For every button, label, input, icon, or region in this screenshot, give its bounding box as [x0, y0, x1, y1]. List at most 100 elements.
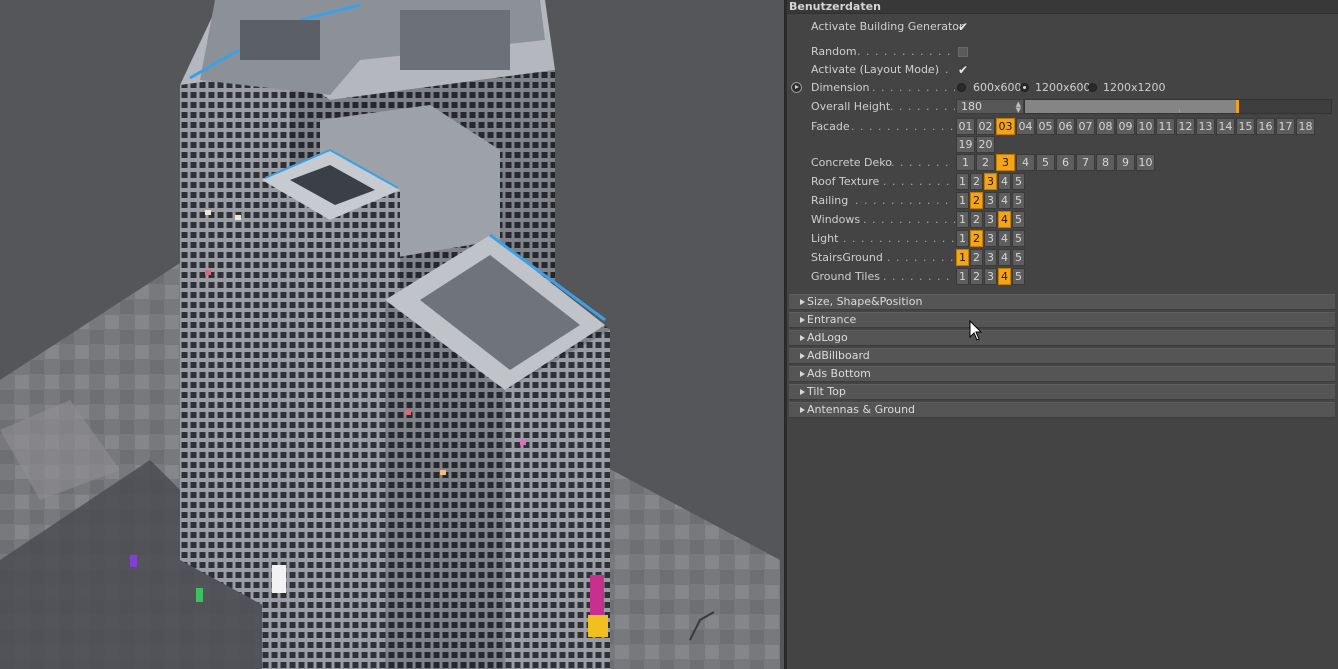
concrete-deko-option-button[interactable]: 1 — [956, 154, 975, 171]
windows-option-button[interactable]: 3 — [984, 211, 997, 228]
concrete-deko-option-button[interactable]: 2 — [976, 154, 995, 171]
facade-option-button[interactable]: 12 — [1176, 118, 1195, 135]
expand-triangle-icon — [800, 335, 805, 341]
facade-option-button[interactable]: 20 — [976, 136, 995, 153]
stairs-ground-option-button[interactable]: 5 — [1012, 249, 1025, 266]
light-dots: . . . . . . . . . . . . . . . . . . . . … — [843, 232, 955, 245]
ground-tiles-option-button[interactable]: 2 — [970, 268, 983, 285]
random-label: Random — [811, 45, 857, 58]
ground-tiles-option-button[interactable]: 4 — [998, 268, 1011, 285]
stairs-ground-option-button[interactable]: 3 — [984, 249, 997, 266]
roof-texture-option-button[interactable]: 2 — [970, 173, 983, 190]
dimension-radio-1200x1200[interactable] — [1088, 83, 1097, 92]
section-label: AdBillboard — [807, 349, 870, 362]
section-label: Ads Bottom — [807, 367, 871, 380]
facade-option-button[interactable]: 04 — [1016, 118, 1035, 135]
dimension-radio-1200x600[interactable] — [1020, 83, 1029, 92]
light-option-button[interactable]: 4 — [998, 230, 1011, 247]
ground-tiles-row: Ground Tiles . . . . . . . . . . . . 123… — [787, 268, 1338, 286]
windows-option-button[interactable]: 2 — [970, 211, 983, 228]
facade-option-button[interactable]: 05 — [1036, 118, 1055, 135]
facade-option-button[interactable]: 08 — [1096, 118, 1115, 135]
railing-option-button[interactable]: 2 — [970, 192, 983, 209]
layout-mode-checkbox[interactable]: ✔ — [957, 64, 969, 76]
roof-texture-option-button[interactable]: 4 — [998, 173, 1011, 190]
section-tilt-top[interactable]: Tilt Top — [789, 384, 1335, 400]
roof-texture-option-button[interactable]: 1 — [956, 173, 969, 190]
activate-generator-checkbox[interactable]: ✔ — [957, 21, 969, 33]
spinner-arrows-icon[interactable]: ▲ ▼ — [1016, 101, 1021, 114]
facade-option-button[interactable]: 01 — [956, 118, 975, 135]
concrete-deko-option-button[interactable]: 8 — [1096, 154, 1115, 171]
concrete-deko-option-button[interactable]: 10 — [1136, 154, 1155, 171]
facade-option-button[interactable]: 15 — [1236, 118, 1255, 135]
light-buttons: 12345 — [956, 230, 1026, 248]
concrete-deko-option-button[interactable]: 5 — [1036, 154, 1055, 171]
windows-option-button[interactable]: 5 — [1012, 211, 1025, 228]
railing-option-button[interactable]: 1 — [956, 192, 969, 209]
light-option-button[interactable]: 1 — [956, 230, 969, 247]
keyframe-icon[interactable] — [791, 82, 802, 93]
overall-height-value: 180 — [961, 100, 982, 113]
railing-buttons: 12345 — [956, 192, 1026, 210]
section-adlogo[interactable]: AdLogo — [789, 330, 1335, 346]
overall-height-slider[interactable] — [1024, 99, 1332, 114]
ground-tiles-buttons: 12345 — [956, 268, 1026, 286]
layout-mode-row: Activate (Layout Mode) . . . . . ✔ — [787, 61, 1338, 79]
facade-buttons: 01 02 03 04 05 06 07 08 09 10 11 12 13 14 15 16 17 18 19 20 — [956, 118, 1321, 154]
facade-option-button[interactable]: 18 — [1296, 118, 1315, 135]
panel-title: Benutzerdaten — [789, 0, 881, 13]
facade-option-button[interactable]: 14 — [1216, 118, 1235, 135]
roof-texture-label: Roof Texture — [811, 175, 880, 188]
slider-fill — [1025, 100, 1236, 113]
slider-knob[interactable] — [1236, 100, 1239, 113]
section-ads-bottom[interactable]: Ads Bottom — [789, 366, 1335, 382]
railing-option-button[interactable]: 5 — [1012, 192, 1025, 209]
facade-option-button[interactable]: 16 — [1256, 118, 1275, 135]
railing-option-button[interactable]: 4 — [998, 192, 1011, 209]
windows-option-button[interactable]: 1 — [956, 211, 969, 228]
facade-option-button[interactable]: 10 — [1136, 118, 1155, 135]
windows-option-button[interactable]: 4 — [998, 211, 1011, 228]
ground-tiles-option-button[interactable]: 1 — [956, 268, 969, 285]
facade-option-button[interactable]: 11 — [1156, 118, 1175, 135]
concrete-deko-option-button[interactable]: 7 — [1076, 154, 1095, 171]
random-dots: . . . . . . . . . . . . . . . . . — [857, 45, 955, 58]
ground-tiles-option-button[interactable]: 5 — [1012, 268, 1025, 285]
section-size-shape-position[interactable]: Size, Shape&Position — [789, 294, 1335, 310]
windows-label: Windows — [811, 213, 861, 226]
section-adbillboard[interactable]: AdBillboard — [789, 348, 1335, 364]
facade-option-button[interactable]: 06 — [1056, 118, 1075, 135]
facade-option-button[interactable]: 03 — [996, 118, 1015, 135]
dimension-option-label: 1200x600 — [1035, 81, 1091, 94]
facade-option-button[interactable]: 09 — [1116, 118, 1135, 135]
stairs-ground-option-button[interactable]: 1 — [956, 249, 969, 266]
facade-option-button[interactable]: 02 — [976, 118, 995, 135]
concrete-deko-option-button[interactable]: 6 — [1056, 154, 1075, 171]
dimension-option-label: 1200x1200 — [1103, 81, 1166, 94]
section-label: Entrance — [807, 313, 857, 326]
overall-height-input[interactable]: 180 ▲ ▼ — [956, 99, 1024, 114]
concrete-deko-option-button[interactable]: 3 — [996, 154, 1015, 171]
light-option-button[interactable]: 3 — [984, 230, 997, 247]
roof-texture-option-button[interactable]: 3 — [984, 173, 997, 190]
concrete-deko-option-button[interactable]: 9 — [1116, 154, 1135, 171]
random-checkbox[interactable] — [958, 47, 968, 57]
stairs-ground-option-button[interactable]: 2 — [970, 249, 983, 266]
section-entrance[interactable]: Entrance — [789, 312, 1335, 328]
facade-option-button[interactable]: 13 — [1196, 118, 1215, 135]
light-option-button[interactable]: 5 — [1012, 230, 1025, 247]
facade-option-button[interactable]: 19 — [956, 136, 975, 153]
stairs-ground-option-button[interactable]: 4 — [998, 249, 1011, 266]
ground-tiles-option-button[interactable]: 3 — [984, 268, 997, 285]
facade-option-button[interactable]: 07 — [1076, 118, 1095, 135]
dimension-radio-600x600[interactable] — [957, 83, 966, 92]
3d-viewport[interactable] — [0, 0, 784, 669]
railing-option-button[interactable]: 3 — [984, 192, 997, 209]
concrete-deko-option-button[interactable]: 4 — [1016, 154, 1035, 171]
windows-dots: . . . . . . . . . . . . . . . . . — [863, 213, 955, 226]
section-antennas-ground[interactable]: Antennas & Ground — [789, 402, 1335, 418]
light-option-button[interactable]: 2 — [970, 230, 983, 247]
facade-option-button[interactable]: 17 — [1276, 118, 1295, 135]
roof-texture-option-button[interactable]: 5 — [1012, 173, 1025, 190]
